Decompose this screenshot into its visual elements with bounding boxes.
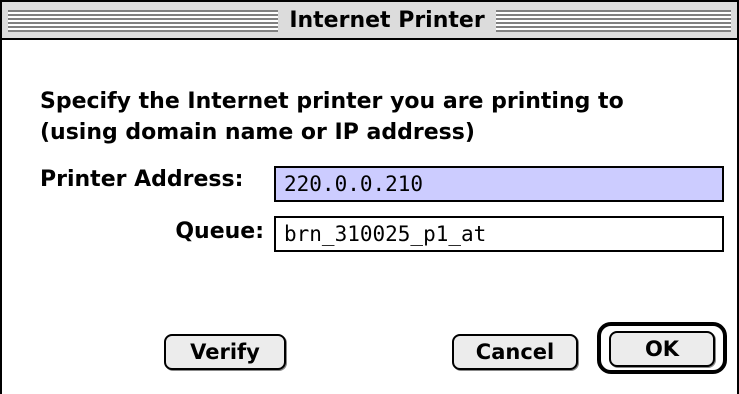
cancel-button[interactable]: Cancel bbox=[452, 334, 578, 370]
ok-button[interactable]: OK bbox=[609, 331, 715, 367]
printer-address-label: Printer Address: bbox=[40, 167, 244, 192]
queue-field[interactable]: brn_310025_p1_at bbox=[274, 216, 724, 252]
internet-printer-dialog: Internet Printer Specify the Internet pr… bbox=[0, 0, 739, 394]
queue-label: Queue: bbox=[175, 219, 264, 244]
verify-button[interactable]: Verify bbox=[164, 334, 286, 370]
instruction-line-2: (using domain name or IP address) bbox=[40, 120, 475, 145]
title-bar-stripes-left bbox=[8, 10, 278, 32]
instruction-line-1: Specify the Internet printer you are pri… bbox=[40, 89, 624, 114]
instruction-text: Specify the Internet printer you are pri… bbox=[40, 86, 624, 148]
title-bar-stripes-right bbox=[496, 10, 731, 32]
window-title: Internet Printer bbox=[286, 6, 488, 36]
title-bar[interactable]: Internet Printer bbox=[2, 0, 737, 40]
printer-address-field[interactable]: 220.0.0.210 bbox=[274, 166, 724, 202]
